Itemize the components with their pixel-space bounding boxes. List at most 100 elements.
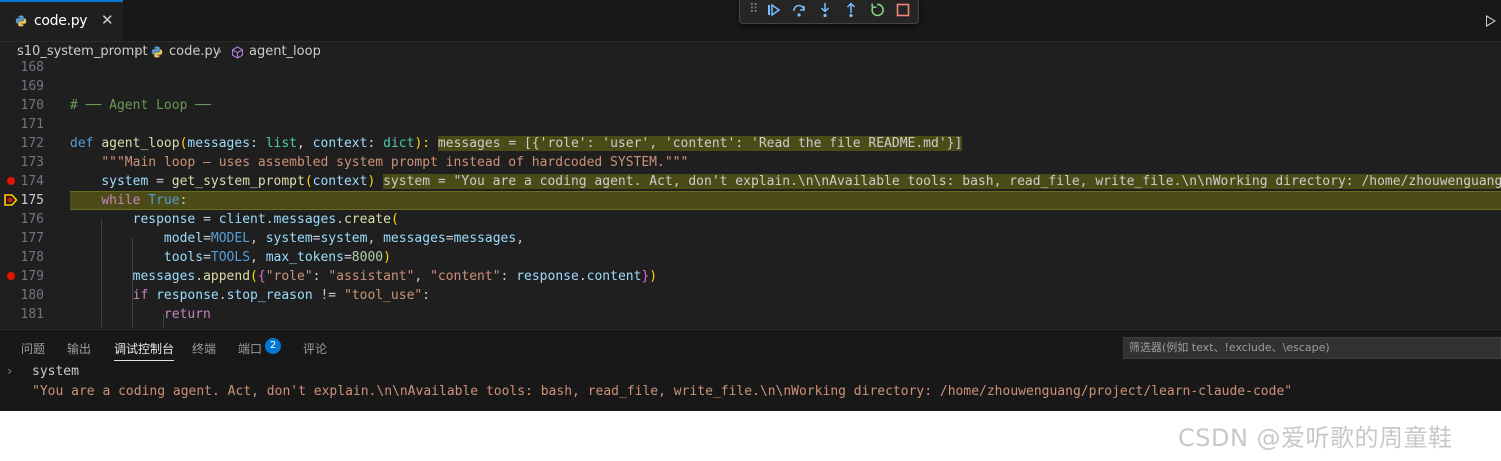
code-token: ): xyxy=(414,136,431,151)
code-token: MODEL xyxy=(210,231,251,246)
close-icon[interactable]: ✕ xyxy=(101,11,114,29)
stop-icon[interactable] xyxy=(895,2,911,18)
breadcrumb-symbol[interactable]: agent_loop xyxy=(249,44,321,59)
python-file-icon xyxy=(15,15,27,27)
line-number: 180 xyxy=(20,288,44,303)
console-output-value: "You are a coding agent. Act, don't expl… xyxy=(32,384,1293,399)
code-line[interactable]: 176 response = client.messages.create( xyxy=(0,210,1501,229)
code-token: , xyxy=(516,231,525,246)
line-number: 177 xyxy=(20,231,44,246)
code-line[interactable]: 169 xyxy=(0,77,1501,96)
line-number: 176 xyxy=(20,212,44,227)
tab-problems[interactable]: 问题 xyxy=(21,340,45,357)
tab-terminal[interactable]: 终端 xyxy=(192,340,216,357)
code-token: : xyxy=(312,269,329,284)
breadcrumb-separator: › xyxy=(217,44,223,59)
watermark: CSDN @爱听歌的周童鞋 xyxy=(1178,424,1453,452)
restart-icon[interactable] xyxy=(869,2,885,18)
code-token: ) xyxy=(383,250,391,265)
code-token: != xyxy=(312,288,344,303)
tab-debug-console[interactable]: 调试控制台 xyxy=(114,340,175,361)
run-icon[interactable] xyxy=(1486,15,1496,27)
code-token: get_system_prompt xyxy=(171,174,305,189)
code-token: , xyxy=(250,231,266,246)
vscode-window: code.py ✕ ⠿ s10_system_prompt › code.py … xyxy=(0,0,1501,411)
code-token: messages xyxy=(132,269,196,284)
inline-value-hint: system = "You are a coding agent. Act, d… xyxy=(383,174,1501,189)
code-line[interactable]: 179 messages.append({"role": "assistant"… xyxy=(0,267,1501,286)
line-number: 169 xyxy=(20,79,44,94)
code-line[interactable]: 170 # ── Agent Loop ── xyxy=(0,96,1501,115)
code-line[interactable]: 175 while True: xyxy=(0,191,1501,210)
tab-ports[interactable]: 端口 xyxy=(238,340,262,357)
step-over-icon[interactable] xyxy=(791,2,807,18)
code-docstring: """Main loop — uses assembled system pro… xyxy=(101,155,689,170)
line-number: 181 xyxy=(20,307,44,322)
code-token: = xyxy=(148,174,172,189)
code-token: : xyxy=(500,269,517,284)
step-out-icon[interactable] xyxy=(843,2,859,18)
step-into-icon[interactable] xyxy=(817,2,833,18)
code-token: dict xyxy=(383,136,415,151)
tab-code-py[interactable]: code.py ✕ xyxy=(0,0,123,41)
code-line[interactable]: 172 def agent_loop(messages: list, contex… xyxy=(0,134,1501,153)
code-line[interactable]: 173 """Main loop — uses assembled system… xyxy=(0,153,1501,172)
drag-handle-icon[interactable]: ⠿ xyxy=(749,2,758,17)
code-token: client xyxy=(218,212,266,227)
code-token: . xyxy=(195,269,204,284)
code-token: content xyxy=(586,269,642,284)
method-symbol-icon xyxy=(231,46,244,59)
code-token: 8000 xyxy=(351,250,384,265)
code-token: "content" xyxy=(430,269,501,284)
console-input-arrow-icon: › xyxy=(6,364,14,378)
breadcrumb-folder[interactable]: s10_system_prompt xyxy=(17,44,148,59)
tab-output[interactable]: 输出 xyxy=(67,340,91,357)
line-number: 170 xyxy=(20,98,44,113)
code-line[interactable]: 174 system = get_system_prompt(context) … xyxy=(0,172,1501,191)
code-token: system xyxy=(320,231,368,246)
line-number: 168 xyxy=(20,60,44,75)
code-token: system xyxy=(265,231,313,246)
code-comment: # ── Agent Loop ── xyxy=(70,98,211,113)
code-line[interactable]: 178 tools=TOOLS, max_tokens=8000) xyxy=(0,248,1501,267)
code-line[interactable]: 180 if response.stop_reason != "tool_use… xyxy=(0,286,1501,305)
code-token: append xyxy=(203,269,251,284)
code-line[interactable]: 168 xyxy=(0,60,1501,77)
code-token: . xyxy=(265,212,274,227)
debug-console[interactable]: › system "You are a coding agent. Act, d… xyxy=(0,363,1501,411)
code-token: "role" xyxy=(265,269,313,284)
continue-icon[interactable] xyxy=(766,2,782,18)
code-token: ( xyxy=(390,212,399,227)
code-token: True xyxy=(148,193,180,208)
current-line-highlight xyxy=(70,191,1501,210)
code-token: : xyxy=(422,288,431,303)
code-token: = xyxy=(195,212,219,227)
code-line[interactable]: 181 return xyxy=(0,305,1501,324)
code-token: , xyxy=(414,269,431,284)
line-number: 172 xyxy=(20,136,44,151)
code-token: , xyxy=(250,250,266,265)
line-number: 174 xyxy=(20,174,44,189)
code-editor[interactable]: 168 169 170 # ── Agent Loop ── 171 172 def… xyxy=(0,60,1501,327)
code-token: messages xyxy=(187,136,251,151)
breadcrumb-separator: › xyxy=(134,44,140,59)
code-token: response xyxy=(132,212,196,227)
code-line[interactable]: 177 model=MODEL, system=system, messages… xyxy=(0,229,1501,248)
code-token: = xyxy=(203,231,211,246)
code-token: create xyxy=(343,212,391,227)
code-line[interactable]: 171 xyxy=(0,115,1501,134)
code-token: . xyxy=(336,212,344,227)
breadcrumb-file[interactable]: code.py xyxy=(169,44,220,59)
tab-comments[interactable]: 评论 xyxy=(303,340,327,357)
debug-console-filter-input[interactable]: 筛选器(例如 text、!exclude、\escape) xyxy=(1123,337,1501,359)
code-token: messages xyxy=(383,231,446,246)
code-token: tools xyxy=(163,250,204,265)
code-token: messages xyxy=(453,231,517,246)
line-number: 179 xyxy=(20,269,44,284)
